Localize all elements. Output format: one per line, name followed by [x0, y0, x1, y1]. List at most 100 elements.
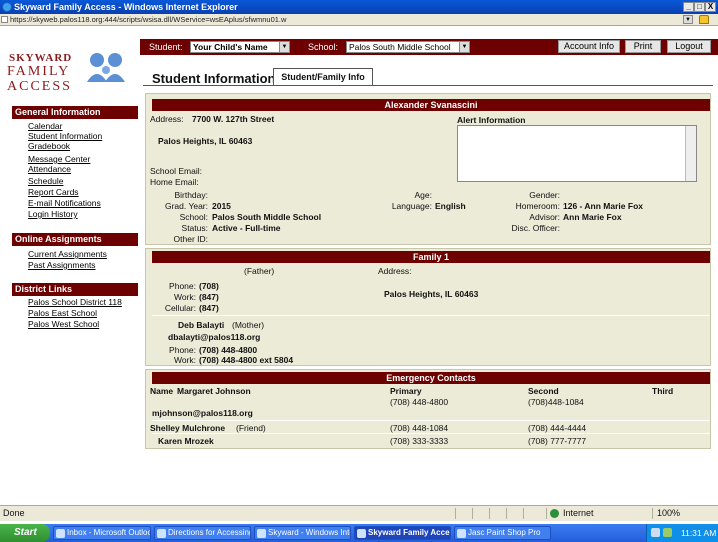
address-bar[interactable]: https://skyweb.palos118.org:444/scripts/… [0, 14, 718, 26]
mother-phone-label: Phone: [169, 345, 196, 355]
sidebar-item-gradebook[interactable]: Gradebook [28, 141, 70, 151]
sidebar-item-student-information[interactable]: Student Information [28, 131, 102, 141]
student-select-value: Your Child's Name [193, 42, 268, 52]
contact-divider [152, 420, 710, 421]
taskbar-item-directions[interactable]: Directions for Accessing ... [154, 526, 251, 540]
taskbar-item-skyward-ie[interactable]: Skyward - Windows Inte... [254, 526, 351, 540]
status-bar: Done Internet 100% [0, 505, 718, 521]
outlook-icon [56, 529, 65, 538]
page-icon [1, 16, 8, 23]
start-button[interactable]: Start [0, 524, 50, 542]
sidebar-item-district-118[interactable]: Palos School District 118 [28, 297, 122, 307]
taskbar-item-label: Jasc Paint Shop Pro [468, 528, 541, 537]
sidebar-item-email-notifications[interactable]: E-mail Notifications [28, 198, 101, 208]
mother-work: (708) 448-4800 ext 5804 [199, 355, 294, 365]
status-value: Active - Full-time [212, 223, 281, 233]
logo-line1: SKYWARD [9, 52, 73, 64]
age-label: Age: [414, 190, 433, 200]
top-nav-bar: Student: Your Child's Name ▼ School: Pal… [140, 39, 718, 55]
sidebar-item-calendar[interactable]: Calendar [28, 121, 63, 131]
father-role: (Father) [244, 266, 275, 276]
mother-name: Deb Balayti [178, 320, 225, 330]
alert-info-textarea[interactable] [457, 125, 697, 182]
emergency-header: Emergency Contacts [152, 372, 710, 384]
school-select-value: Palos South Middle School [349, 42, 451, 52]
father-work-label: Work: [173, 292, 196, 302]
contact-primary: (708) 448-4800 [390, 397, 449, 407]
status-divider [523, 508, 524, 519]
tray-icon[interactable] [663, 528, 672, 537]
advisor-value: Ann Marie Fox [563, 212, 622, 222]
sidebar-item-login-history[interactable]: Login History [28, 209, 78, 219]
address-dropdown-icon[interactable]: ▼ [683, 15, 693, 24]
taskbar-item-outlook[interactable]: Inbox - Microsoft Outlook [53, 526, 151, 540]
col-name-header: Name [150, 386, 174, 396]
zoom-level[interactable]: 100% [657, 508, 680, 518]
print-button[interactable]: Print [625, 40, 661, 53]
mother-email: dbalayti@palos118.org [168, 332, 261, 342]
sidebar-item-message-center[interactable]: Message Center [28, 154, 90, 164]
col-primary-header: Primary [390, 386, 422, 396]
language-value: English [435, 201, 466, 211]
paint-icon [457, 529, 466, 538]
status-text: Done [3, 508, 25, 518]
contact-second: (708) 777-7777 [528, 436, 587, 446]
logout-button[interactable]: Logout [667, 40, 711, 53]
alert-scrollbar[interactable] [685, 126, 696, 181]
school-select[interactable]: Palos South Middle School ▼ [346, 41, 470, 53]
contact-second: (708) 444-4444 [528, 423, 587, 433]
minimize-button[interactable]: _ [683, 2, 694, 12]
mother-role: (Mother) [232, 320, 265, 330]
tray-icon[interactable] [651, 528, 660, 537]
contact-email: mjohnson@palos118.org [152, 408, 253, 418]
homeroom-label: Homeroom: [515, 201, 560, 211]
col-third-header: Third [652, 386, 674, 396]
alert-info-title: Alert Information [457, 115, 526, 125]
disc-officer-label: Disc. Officer: [511, 223, 561, 233]
taskbar-item-paint-shop-pro[interactable]: Jasc Paint Shop Pro [454, 526, 551, 540]
tab-student-family-info[interactable]: Student/Family Info [273, 68, 373, 85]
account-info-button[interactable]: Account Info [558, 40, 620, 53]
sidebar-item-schedule[interactable]: Schedule [28, 176, 63, 186]
url-text[interactable]: https://skyweb.palos118.org:444/scripts/… [10, 14, 286, 25]
page-title: Student Information [152, 71, 276, 86]
sidebar-item-current-assignments[interactable]: Current Assignments [28, 249, 107, 259]
skyward-logo: SKYWARD FAMILY ACCESS [3, 46, 137, 98]
gender-label: Gender: [529, 190, 560, 200]
family-address-label: Address: [378, 266, 412, 276]
contact-divider [152, 433, 710, 434]
close-button[interactable]: X [705, 2, 716, 12]
clock[interactable]: 11:31 AM [681, 524, 716, 542]
status-divider [506, 508, 507, 519]
tab-divider [143, 85, 713, 86]
school-label: School: [308, 42, 339, 52]
sidebar-item-past-assignments[interactable]: Past Assignments [28, 260, 96, 270]
contact-primary: (708) 448-1084 [390, 423, 449, 433]
taskbar-item-label: Directions for Accessing ... [168, 528, 251, 537]
window-title-bar: Skyward Family Access - Windows Internet… [0, 0, 718, 14]
contact-name: Margaret Johnson [177, 386, 251, 396]
homeroom-value: 126 - Ann Marie Fox [563, 201, 643, 211]
maximize-button[interactable]: □ [694, 2, 705, 12]
grad-year-label: Grad. Year: [164, 201, 208, 211]
advisor-label: Advisor: [529, 212, 560, 222]
status-divider [652, 508, 653, 519]
lock-icon[interactable] [699, 15, 709, 24]
chevron-down-icon: ▼ [459, 42, 469, 52]
document-icon [157, 529, 166, 538]
taskbar-item-skyward-family-access[interactable]: Skyward Family Acce... [354, 526, 451, 540]
contact-relation: (Friend) [236, 423, 266, 433]
chevron-down-icon: ▼ [279, 42, 289, 52]
sidebar-item-attendance[interactable]: Attendance [28, 164, 71, 174]
address-line2: Palos Heights, IL 60463 [158, 136, 253, 146]
window-title: Skyward Family Access - Windows Internet… [14, 2, 238, 12]
sidebar-item-palos-east[interactable]: Palos East School [28, 308, 97, 318]
contact-primary: (708) 333-3333 [390, 436, 449, 446]
address-label: Address: [150, 114, 184, 124]
sidebar-item-report-cards[interactable]: Report Cards [28, 187, 79, 197]
status-divider [489, 508, 490, 519]
student-select[interactable]: Your Child's Name ▼ [190, 41, 290, 53]
sidebar-item-palos-west[interactable]: Palos West School [28, 319, 99, 329]
taskbar-item-label: Skyward Family Acce... [368, 528, 451, 537]
father-cell: (847) [199, 303, 219, 313]
